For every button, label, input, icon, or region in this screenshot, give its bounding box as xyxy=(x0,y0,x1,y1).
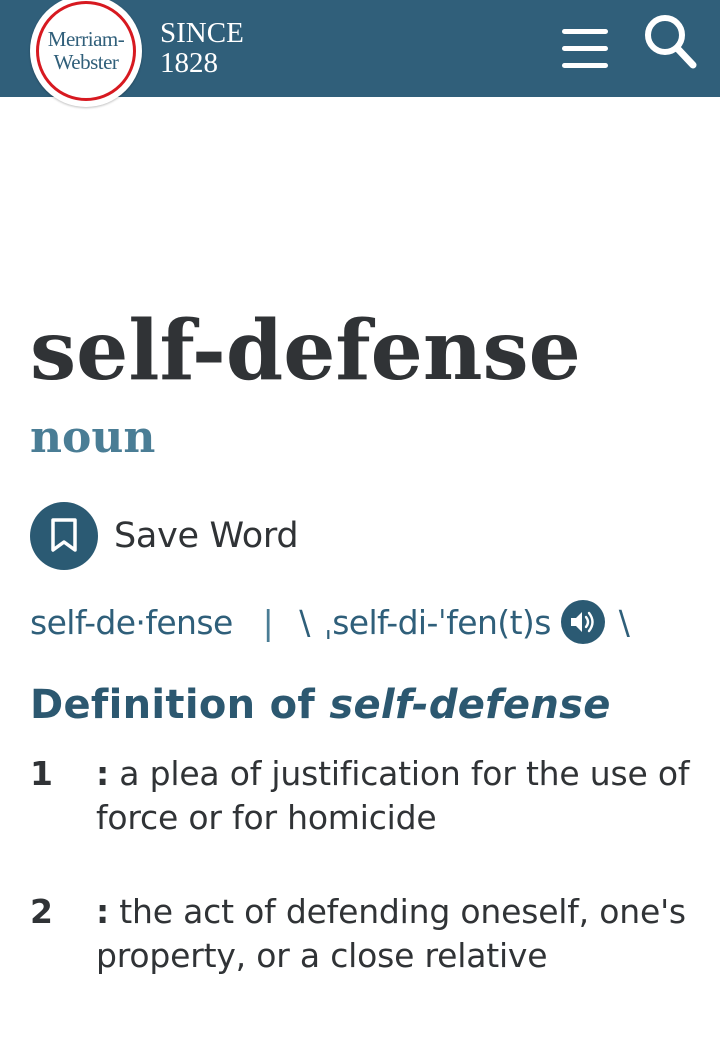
sense-text: a plea of justification for the use of f… xyxy=(96,754,690,837)
sense-colon: : xyxy=(96,754,109,793)
sense-colon: : xyxy=(96,892,109,931)
definition-heading: Definition of self-defense xyxy=(30,678,611,732)
logo-line-2: Webster xyxy=(53,50,119,74)
pronunciation-close-slash: \ xyxy=(618,602,630,642)
bookmark-icon xyxy=(30,502,98,570)
since-year: 1828 xyxy=(160,47,218,79)
pronunciation-row: self-de·fense | \ ˌself-di-ˈfen(t)s \ xyxy=(30,598,630,646)
sense-text-block: : a plea of justification for the use of… xyxy=(96,752,696,840)
merriam-webster-logo[interactable]: Merriam- Webster xyxy=(30,0,142,107)
speaker-audio-icon[interactable] xyxy=(560,600,605,644)
hamburger-menu-icon[interactable] xyxy=(558,27,612,71)
headword: self-defense xyxy=(30,303,581,399)
logo-text: Merriam- Webster xyxy=(30,28,142,74)
sense-text-block: : the act of defending oneself, one's pr… xyxy=(96,890,696,978)
definition-sense: 1 : a plea of justification for the use … xyxy=(30,752,690,842)
save-word-label: Save Word xyxy=(114,516,299,556)
save-word-button[interactable]: Save Word xyxy=(30,502,299,570)
logo-line-1: Merriam- xyxy=(47,27,125,51)
since-label: SINCE xyxy=(160,17,244,49)
definition-heading-word: self-defense xyxy=(329,682,611,728)
definition-sense: 2 : the act of defending oneself, one's … xyxy=(30,890,690,980)
pronunciation-text: ˌself-di-ˈfen(t)s xyxy=(323,602,552,642)
pronunciation-separator: | xyxy=(262,602,274,642)
part-of-speech[interactable]: noun xyxy=(30,410,155,466)
site-header: Merriam- Webster SINCE 1828 xyxy=(0,0,720,107)
sense-text: the act of defending oneself, one's prop… xyxy=(96,892,686,975)
sense-number: 1 xyxy=(30,754,53,793)
since-1828-tagline: SINCE 1828 xyxy=(160,18,244,78)
search-icon[interactable] xyxy=(640,10,700,72)
syllabification: self-de·fense xyxy=(30,602,233,642)
sense-number: 2 xyxy=(30,892,53,931)
definition-heading-prefix: Definition of xyxy=(30,682,316,728)
pronunciation-open-slash: \ xyxy=(299,602,310,642)
